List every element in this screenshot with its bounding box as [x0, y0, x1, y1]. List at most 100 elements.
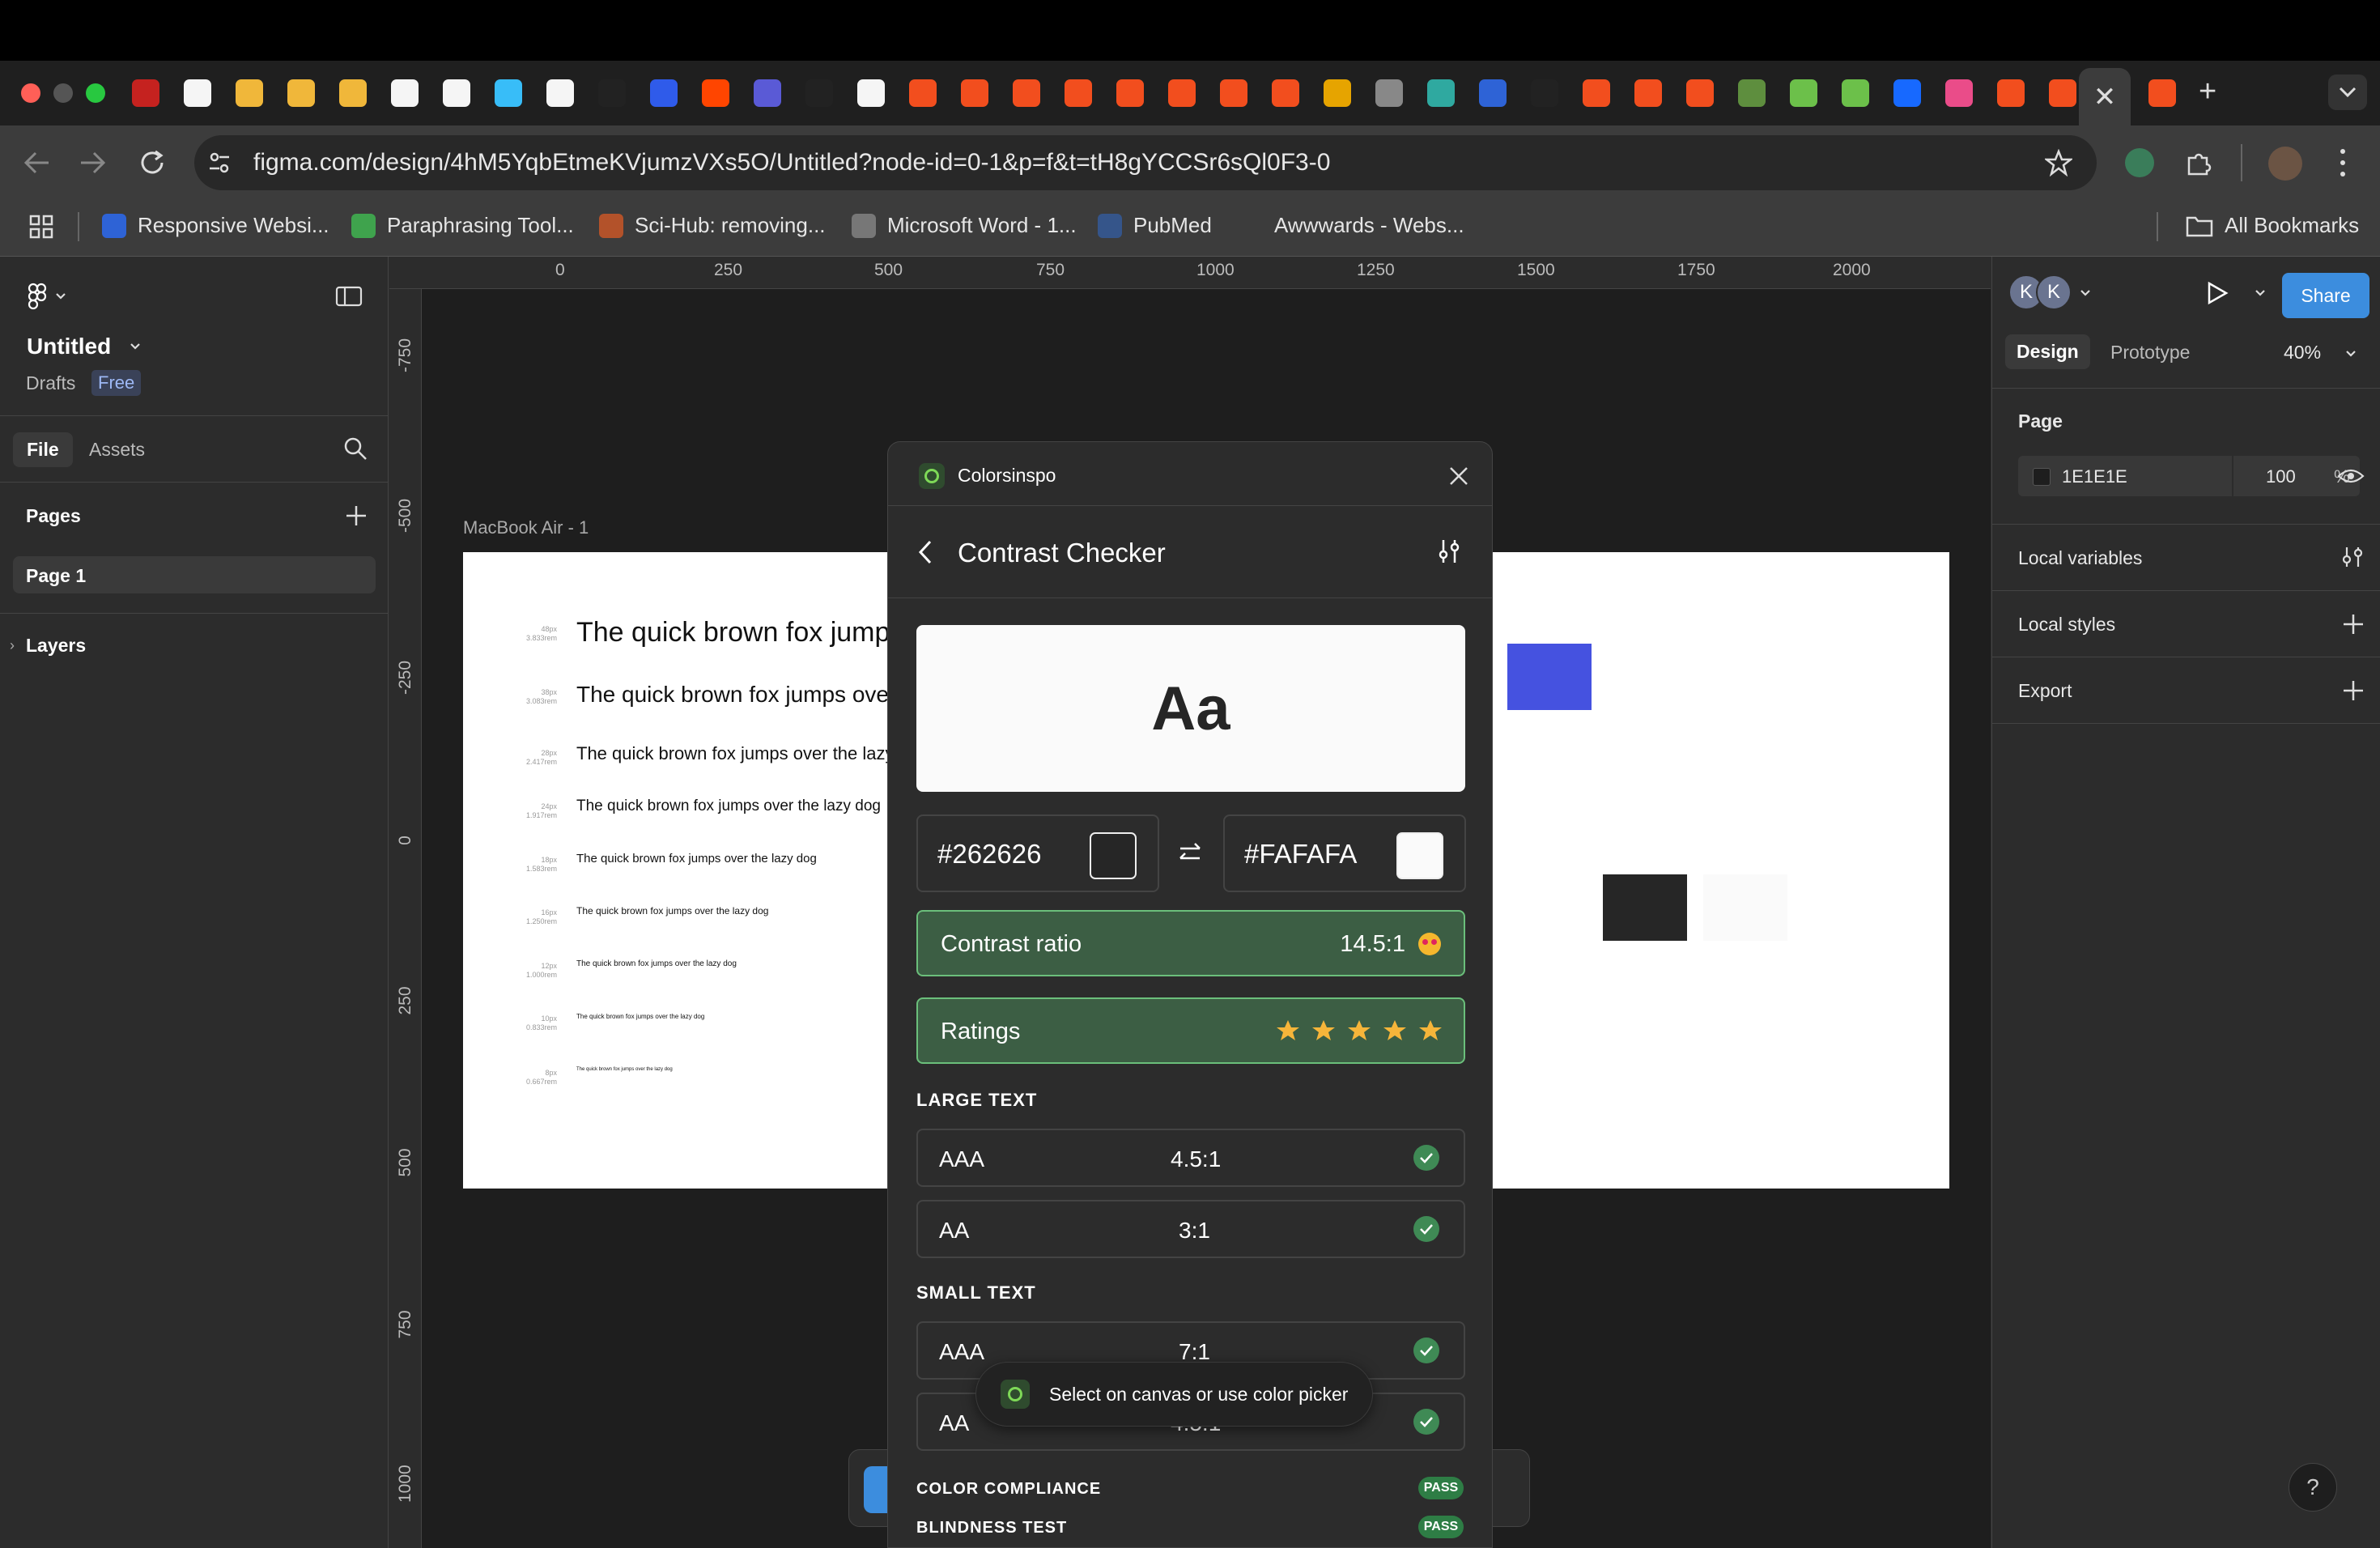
- minimize-window-button[interactable]: [53, 83, 73, 103]
- dark-swatch[interactable]: [1603, 874, 1687, 941]
- tab-search-button[interactable]: [2328, 74, 2367, 110]
- add-style-icon[interactable]: [2342, 613, 2365, 636]
- tab-favicon[interactable]: [1531, 79, 1558, 107]
- figma-menu-button[interactable]: [28, 283, 66, 310]
- bookmark-link[interactable]: PubMed: [1098, 213, 1212, 238]
- chevron-down-icon[interactable]: [2345, 350, 2357, 358]
- tab-favicon[interactable]: [1220, 79, 1247, 107]
- tab-favicon[interactable]: [1945, 79, 1973, 107]
- tab-favicon[interactable]: [1324, 79, 1351, 107]
- light-swatch[interactable]: [1703, 874, 1787, 941]
- tab-favicon[interactable]: [236, 79, 263, 107]
- back-arrow-icon[interactable]: [23, 150, 52, 176]
- all-bookmarks-link[interactable]: All Bookmarks: [2186, 213, 2359, 238]
- forward-arrow-icon[interactable]: [78, 150, 107, 176]
- tab-favicon[interactable]: [339, 79, 367, 107]
- bookmark-link[interactable]: Paraphrasing Tool...: [351, 213, 574, 238]
- tab-favicon[interactable]: [495, 79, 522, 107]
- tab-favicon[interactable]: [1168, 79, 1196, 107]
- avatar[interactable]: K: [2036, 274, 2072, 310]
- tab-favicon[interactable]: [1375, 79, 1403, 107]
- layers-heading[interactable]: Layers: [26, 635, 86, 657]
- tab-favicon[interactable]: [1686, 79, 1714, 107]
- local-variables-label[interactable]: Local variables: [2018, 547, 2142, 569]
- tab-favicon[interactable]: [1997, 79, 2025, 107]
- close-window-button[interactable]: [21, 83, 40, 103]
- type-sample-text[interactable]: The quick brown fox jumps over the lazy …: [576, 959, 737, 968]
- local-styles-label[interactable]: Local styles: [2018, 614, 2115, 636]
- background-swatch[interactable]: [1396, 832, 1443, 879]
- tab-favicon[interactable]: [1013, 79, 1040, 107]
- bookmark-link[interactable]: Microsoft Word - 1...: [852, 213, 1077, 238]
- page-list-item[interactable]: Page 1: [13, 556, 376, 593]
- new-tab-button[interactable]: +: [2199, 74, 2216, 109]
- bookmark-link[interactable]: Responsive Websi...: [102, 213, 329, 238]
- type-sample-text[interactable]: The quick brown fox jumps over the lazy …: [576, 905, 768, 916]
- bookmark-link[interactable]: Awwwards - Webs...: [1239, 213, 1464, 238]
- search-icon[interactable]: [343, 436, 368, 461]
- tab-favicon[interactable]: [650, 79, 678, 107]
- tab-favicon[interactable]: [1116, 79, 1144, 107]
- tab-favicon[interactable]: [2049, 79, 2076, 107]
- tab-favicon[interactable]: [702, 79, 729, 107]
- add-export-icon[interactable]: [2342, 679, 2365, 702]
- help-button[interactable]: ?: [2289, 1463, 2337, 1512]
- tab-favicon[interactable]: [857, 79, 885, 107]
- extensions-puzzle-icon[interactable]: [2184, 148, 2213, 177]
- tab-favicon[interactable]: [1479, 79, 1507, 107]
- present-play-icon[interactable]: [2206, 281, 2229, 305]
- tab-favicon[interactable]: [961, 79, 988, 107]
- tab-favicon[interactable]: [184, 79, 211, 107]
- foreground-color-field[interactable]: #262626: [916, 814, 1159, 892]
- type-sample-text[interactable]: The quick brown fox jumps over the lazy …: [576, 852, 817, 865]
- share-button[interactable]: Share: [2282, 273, 2369, 318]
- tab-favicon[interactable]: [805, 79, 833, 107]
- tab-favicon[interactable]: [1893, 79, 1921, 107]
- adjustments-icon[interactable]: [1435, 538, 1463, 565]
- file-name[interactable]: Untitled: [27, 334, 111, 359]
- foreground-swatch[interactable]: [1090, 832, 1137, 879]
- tab-favicon[interactable]: [132, 79, 159, 107]
- tab-favicon[interactable]: [754, 79, 781, 107]
- type-sample-text[interactable]: The quick brown fox jumps over the lazy …: [576, 1013, 704, 1020]
- swap-colors-icon[interactable]: [1175, 840, 1205, 866]
- tab-favicon[interactable]: [1427, 79, 1455, 107]
- background-color-field[interactable]: #FAFAFA: [1223, 814, 1466, 892]
- export-label[interactable]: Export: [2018, 680, 2072, 702]
- visibility-eye-icon[interactable]: [2337, 466, 2365, 486]
- frame-label[interactable]: MacBook Air - 1: [463, 517, 589, 538]
- chevron-down-icon[interactable]: [130, 342, 141, 351]
- type-sample-text[interactable]: The quick brown fox jumps over the lazy …: [576, 797, 881, 815]
- bookmark-link[interactable]: Sci-Hub: removing...: [599, 213, 826, 238]
- chevron-right-icon[interactable]: ›: [10, 637, 15, 654]
- tab-favicon[interactable]: [2148, 79, 2176, 107]
- chevron-down-icon[interactable]: [2080, 289, 2091, 297]
- tab-favicon[interactable]: [909, 79, 937, 107]
- tab-design[interactable]: Design: [2005, 334, 2090, 369]
- page-color-hex[interactable]: 1E1E1E: [2062, 466, 2127, 487]
- tab-favicon[interactable]: [598, 79, 626, 107]
- type-sample-text[interactable]: The quick brown fox jumps over the lazy …: [576, 743, 929, 764]
- file-location[interactable]: Drafts: [26, 372, 75, 394]
- zoom-level[interactable]: 40%: [2284, 342, 2321, 364]
- site-settings-icon[interactable]: [206, 150, 232, 176]
- tab-file[interactable]: File: [13, 432, 73, 467]
- bookmark-star-icon[interactable]: [2045, 149, 2072, 176]
- close-icon[interactable]: [1448, 466, 1469, 487]
- tab-favicon[interactable]: [1065, 79, 1092, 107]
- type-sample-text[interactable]: The quick brown fox jumps over the lazy …: [576, 1067, 673, 1072]
- profile-avatar[interactable]: [2268, 147, 2302, 181]
- page-color-field[interactable]: 1E1E1E 100 %: [2018, 456, 2360, 496]
- tab-favicon[interactable]: [1583, 79, 1610, 107]
- tab-favicon[interactable]: [1842, 79, 1869, 107]
- tab-assets[interactable]: Assets: [89, 439, 145, 461]
- reload-icon[interactable]: [138, 148, 167, 177]
- color-swatch[interactable]: [2033, 468, 2051, 486]
- tab-favicon[interactable]: [1272, 79, 1299, 107]
- page-opacity[interactable]: 100: [2266, 466, 2296, 487]
- zoom-window-button[interactable]: [86, 83, 105, 103]
- close-tab-icon[interactable]: ✕: [2093, 81, 2117, 113]
- foreground-hex[interactable]: #262626: [937, 839, 1041, 870]
- apps-grid-icon[interactable]: [29, 215, 53, 239]
- blue-swatch[interactable]: [1507, 644, 1592, 710]
